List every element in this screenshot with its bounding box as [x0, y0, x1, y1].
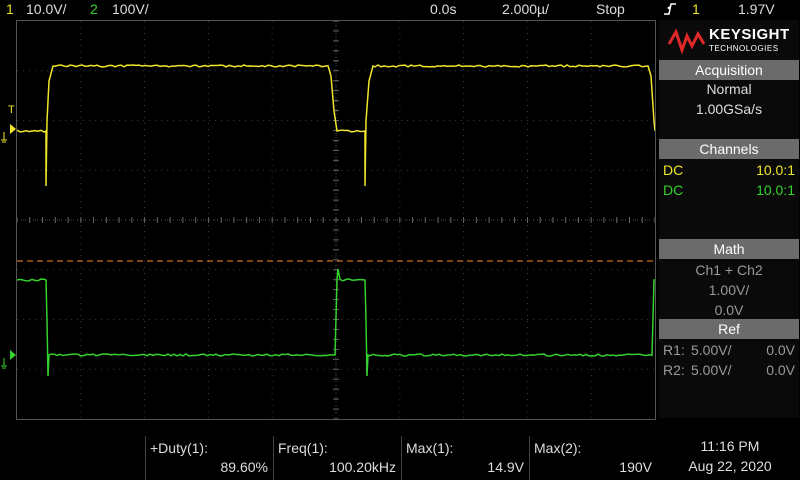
waveform-display[interactable]: [16, 20, 656, 420]
math-offset: 0.0V: [659, 302, 799, 318]
ch2-probe: 10.0:1: [756, 182, 795, 198]
trigger-level-marker[interactable]: T: [8, 104, 15, 116]
trigger-source[interactable]: 1: [692, 0, 700, 18]
ch1-scale[interactable]: 10.0V/: [26, 0, 66, 18]
max2-value: 190V: [619, 459, 652, 475]
ch1-probe: 10.0:1: [756, 162, 795, 178]
max2-label: Max(2):: [534, 440, 581, 456]
ref2-offset: 0.0V: [766, 362, 795, 378]
measurements-bar: +Duty(1): 89.60% Freq(1): 100.20kHz Max(…: [0, 436, 660, 480]
freq-label: Freq(1):: [278, 440, 328, 456]
clock-date: Aug 22, 2020: [662, 456, 798, 476]
ref1-scale: 5.00V/: [691, 342, 731, 358]
measurement-max2[interactable]: Max(2): 190V: [529, 436, 658, 480]
acquisition-header[interactable]: Acquisition: [659, 60, 799, 80]
trigger-level[interactable]: 1.97V: [738, 0, 775, 18]
max1-value: 14.9V: [487, 459, 524, 475]
math-scale: 1.00V/: [659, 282, 799, 298]
freq-value: 100.20kHz: [329, 459, 396, 475]
clock-time: 11:16 PM: [662, 436, 798, 456]
duty-label: +Duty(1):: [150, 440, 208, 456]
ref2-name: R2:: [663, 362, 685, 378]
max1-label: Max(1):: [406, 440, 453, 456]
measurement-duty[interactable]: +Duty(1): 89.60%: [145, 436, 274, 480]
ref1-name: R1:: [663, 342, 685, 358]
duty-value: 89.60%: [221, 459, 268, 475]
ref1-offset: 0.0V: [766, 342, 795, 358]
ch2-number[interactable]: 2: [90, 0, 98, 18]
measurement-freq[interactable]: Freq(1): 100.20kHz: [273, 436, 402, 480]
clock: 11:16 PM Aug 22, 2020: [662, 436, 798, 480]
keysight-wave-icon: [667, 26, 707, 56]
falling-edge-trigger-icon[interactable]: [663, 0, 677, 18]
sample-rate: 1.00GSa/s: [659, 101, 799, 117]
ch1-number[interactable]: 1: [6, 0, 14, 18]
ch2-coupling: DC: [663, 182, 683, 198]
measurement-max1[interactable]: Max(1): 14.9V: [401, 436, 530, 480]
side-panel: KEYSIGHT TECHNOLOGIES Acquisition Normal…: [659, 20, 799, 418]
math-header[interactable]: Math: [659, 239, 799, 259]
brand-sub: TECHNOLOGIES: [709, 44, 779, 53]
time-scale[interactable]: 2.000µ/: [502, 0, 549, 18]
status-bar: 1 10.0V/ 2 100V/ 0.0s 2.000µ/ Stop 1 1.9…: [0, 0, 800, 18]
ref-header[interactable]: Ref: [659, 319, 799, 339]
keysight-logo: KEYSIGHT TECHNOLOGIES: [659, 20, 799, 60]
ch1-trace: [17, 65, 655, 186]
ch1-coupling: DC: [663, 162, 683, 178]
ch2-scale[interactable]: 100V/: [112, 0, 149, 18]
channels-header[interactable]: Channels: [659, 139, 799, 159]
graticule: [17, 21, 655, 419]
math-expression: Ch1 + Ch2: [659, 262, 799, 278]
brand-name: KEYSIGHT: [709, 26, 790, 43]
time-delay[interactable]: 0.0s: [430, 0, 456, 18]
ref2-scale: 5.00V/: [691, 362, 731, 378]
run-state[interactable]: Stop: [596, 0, 625, 18]
acquisition-mode: Normal: [659, 81, 799, 97]
